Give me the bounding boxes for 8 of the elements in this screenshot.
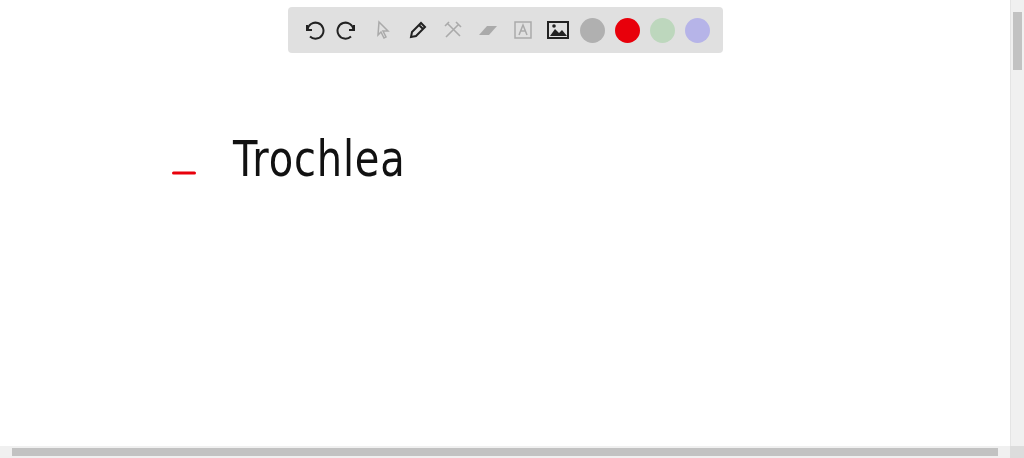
color-swatch[interactable] xyxy=(685,17,710,43)
color-swatch[interactable] xyxy=(580,17,605,43)
horizontal-scrollbar[interactable] xyxy=(0,446,1010,458)
scrollbar-corner xyxy=(1010,446,1024,458)
vertical-scrollbar[interactable] xyxy=(1010,0,1024,446)
color-swatch[interactable] xyxy=(615,17,640,43)
handwritten-text: Trochlea xyxy=(233,130,406,188)
color-swatch[interactable] xyxy=(650,17,675,43)
